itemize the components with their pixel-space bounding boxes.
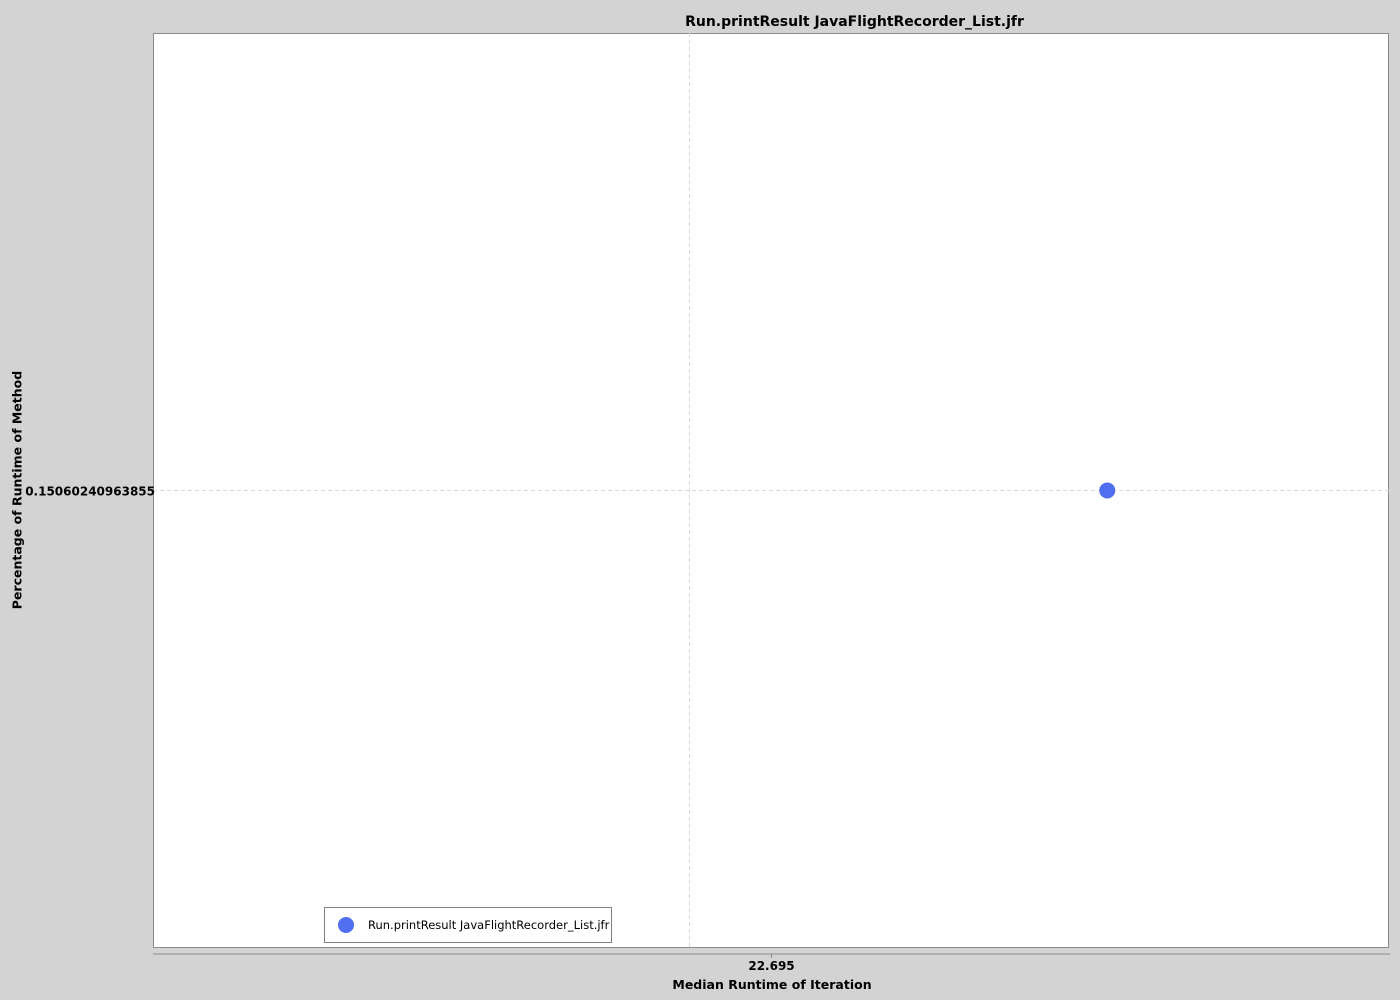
legend: Run.printResult JavaFlightRecorder_List.… bbox=[324, 907, 612, 943]
y-axis-label: Percentage of Runtime of Method bbox=[9, 370, 25, 610]
tick-layer: 22.695 0.15060240963855 bbox=[25, 484, 794, 973]
grid-layer bbox=[153, 33, 1390, 948]
x-tick-label: 22.695 bbox=[748, 959, 794, 973]
y-tick-label: 0.15060240963855 bbox=[25, 484, 155, 498]
legend-label: Run.printResult JavaFlightRecorder_List.… bbox=[368, 918, 610, 932]
data-point bbox=[1099, 482, 1116, 499]
chart-svg: 22.695 0.15060240963855 bbox=[25, 33, 1390, 973]
legend-marker-icon bbox=[338, 917, 354, 933]
x-axis-label: Median Runtime of Iteration bbox=[672, 977, 872, 992]
point-layer bbox=[1099, 482, 1116, 499]
